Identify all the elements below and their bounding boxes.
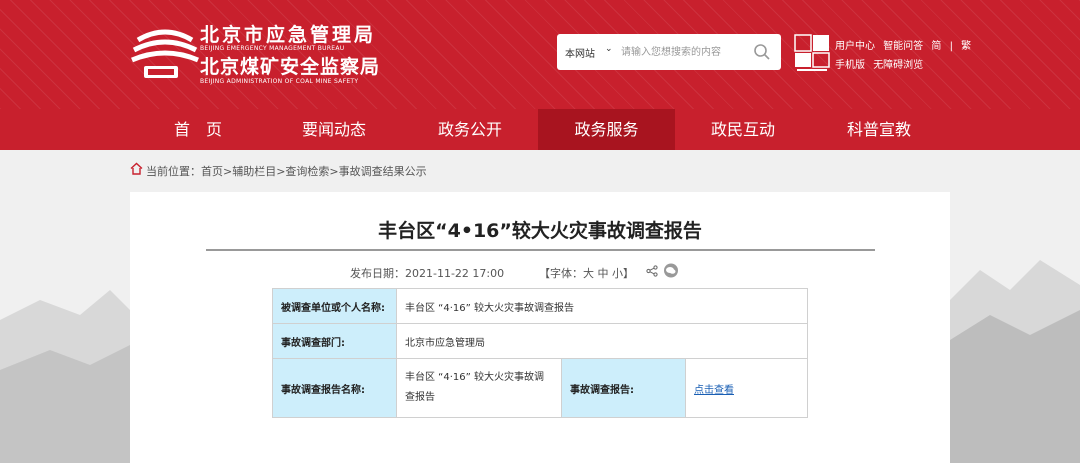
breadcrumb-label: 当前位置： bbox=[146, 165, 201, 178]
chevron-down-icon[interactable]: ⌄ bbox=[605, 44, 613, 54]
nav-item-science-education[interactable]: 科普宣教 bbox=[811, 109, 947, 150]
traditional-chinese-link[interactable]: 繁 bbox=[961, 41, 971, 52]
nav-item-open-government[interactable]: 政务公开 bbox=[402, 109, 538, 150]
nav-item-interaction[interactable]: 政民互动 bbox=[675, 109, 811, 150]
search-icon[interactable] bbox=[753, 43, 771, 61]
article-panel: 丰台区“4•16”较大火灾事故调查报告 发布日期：2021-11-22 17:0… bbox=[130, 192, 950, 463]
mobile-version-link[interactable]: 手机版 bbox=[835, 60, 865, 71]
view-report-link[interactable]: 点击查看 bbox=[694, 385, 734, 396]
user-center-link[interactable]: 用户中心 bbox=[835, 41, 875, 52]
table-value-report: 点击查看 bbox=[685, 358, 808, 418]
table-label-report: 事故调查报告: bbox=[561, 358, 686, 418]
search-scope-select[interactable]: 本网站 bbox=[565, 45, 595, 60]
emblem-logo-icon bbox=[131, 29, 199, 78]
nav-item-home[interactable]: 首 页 bbox=[130, 109, 266, 150]
logo-subtitle-en: BEIJING ADMINISTRATION OF COAL MINE SAFE… bbox=[200, 78, 359, 85]
table-value-party: 丰台区 “4·16” 较大火灾事故调查报告 bbox=[396, 288, 808, 324]
investigation-info-table: 被调查单位或个人名称: 丰台区 “4·16” 较大火灾事故调查报告 事故调查部门… bbox=[272, 288, 808, 418]
capital-beijing-logo-icon bbox=[794, 34, 830, 71]
table-value-department: 北京市应急管理局 bbox=[396, 323, 808, 359]
home-icon bbox=[130, 162, 143, 175]
table-label-party: 被调查单位或个人名称: bbox=[272, 288, 397, 324]
share-icon[interactable] bbox=[646, 265, 658, 277]
smart-qa-link[interactable]: 智能问答 bbox=[883, 41, 923, 52]
publish-date: 发布日期：2021-11-22 17:00 bbox=[350, 267, 505, 280]
table-row: 被调查单位或个人名称: 丰台区 “4·16” 较大火灾事故调查报告 bbox=[272, 288, 808, 324]
site-header: 北京市应急管理局 BEIJING EMERGENCY MANAGEMENT BU… bbox=[0, 0, 1080, 109]
logo-title-cn: 北京市应急管理局 bbox=[200, 24, 377, 46]
article-title: 丰台区“4•16”较大火灾事故调查报告 bbox=[378, 220, 702, 242]
title-divider bbox=[206, 249, 875, 251]
nav-item-news[interactable]: 要闻动态 bbox=[266, 109, 402, 150]
lang-separator: | bbox=[949, 41, 953, 52]
logo-subtitle-cn: 北京煤矿安全监察局 bbox=[200, 56, 381, 78]
main-nav: 首 页 要闻动态 政务公开 政务服务 政民互动 科普宣教 bbox=[0, 109, 1080, 150]
table-row: 事故调查报告名称: 丰台区 “4·16” 较大火灾事故调查报告 事故调查报告: … bbox=[272, 358, 808, 418]
wechat-icon[interactable] bbox=[663, 263, 679, 278]
font-size-control[interactable]: 【字体：大 中 小】 bbox=[539, 265, 634, 281]
simplified-chinese-link[interactable]: 简 bbox=[931, 41, 941, 52]
table-row: 事故调查部门: 北京市应急管理局 bbox=[272, 323, 808, 359]
nav-item-government-services[interactable]: 政务服务 bbox=[538, 109, 675, 150]
search-input[interactable] bbox=[621, 45, 741, 59]
breadcrumb-path[interactable]: 首页>辅助栏目>查询检索>事故调查结果公示 bbox=[201, 163, 427, 179]
accessibility-link[interactable]: 无障碍浏览 bbox=[873, 60, 923, 71]
table-value-report-name: 丰台区 “4·16” 较大火灾事故调查报告 bbox=[396, 358, 562, 418]
table-label-report-name: 事故调查报告名称: bbox=[272, 358, 397, 418]
search-box: 本网站 ⌄ bbox=[557, 34, 781, 70]
logo-title-en: BEIJING EMERGENCY MANAGEMENT BUREAU bbox=[200, 45, 345, 52]
table-label-department: 事故调查部门: bbox=[272, 323, 397, 359]
